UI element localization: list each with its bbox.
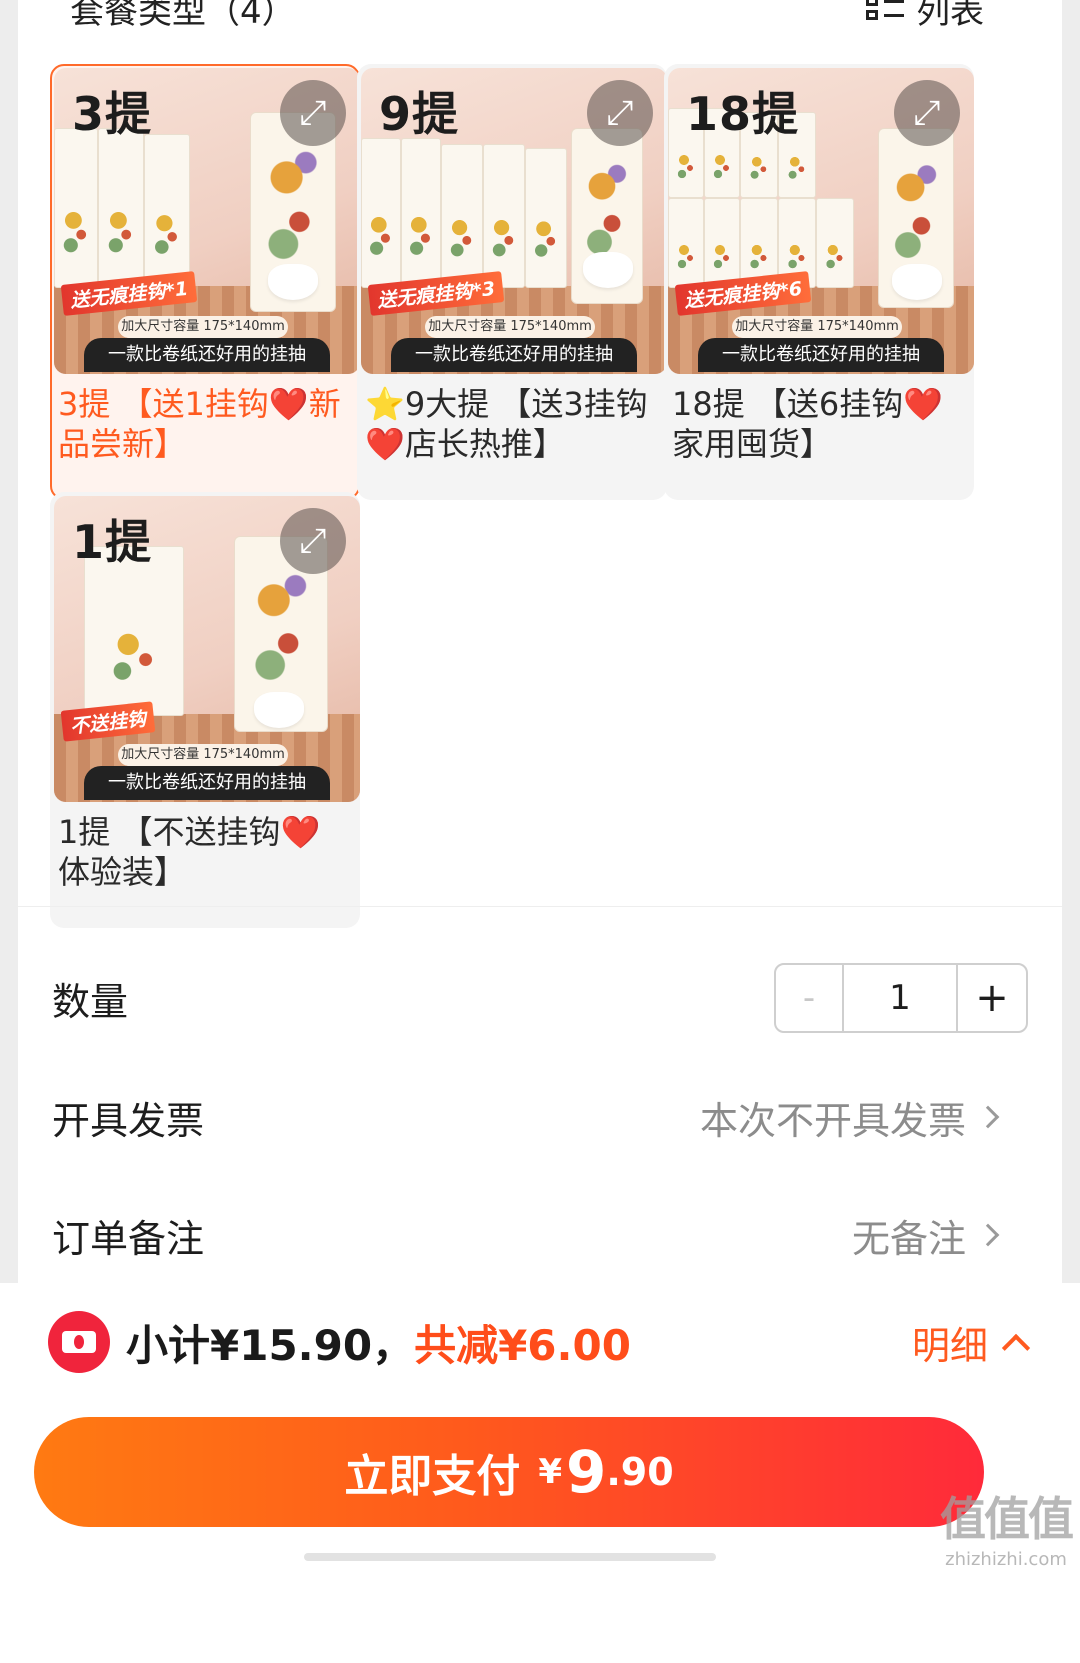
increment-button[interactable]: + bbox=[958, 965, 1026, 1031]
package-image: 9提 ⤢ 送无痕挂钩*3 加大尺寸容量 175*140mm 一款比卷纸还好用的挂… bbox=[361, 68, 667, 374]
package-count-label: 1提 bbox=[72, 515, 153, 569]
invoice-value: 本次不开具发票 bbox=[699, 1098, 966, 1143]
package-image: 3提 ⤢ 送无痕挂钩*1 加大尺寸容量 175*140mm 一款比卷纸还好用的挂… bbox=[54, 68, 360, 374]
discount-text: 共减¥6.00 bbox=[414, 1320, 631, 1370]
section-header: 套餐类型（4） 列表 bbox=[70, 0, 984, 38]
quantity-value[interactable]: 1 bbox=[844, 965, 958, 1031]
chevron-right-icon bbox=[976, 1105, 1000, 1129]
coupon-icon bbox=[48, 1311, 110, 1373]
package-image: 18提 ⤢ 送无痕挂钩*6 加大尺寸容量 175*140mm 一款比卷纸还好用的… bbox=[668, 68, 974, 374]
package-option-9[interactable]: 9提 ⤢ 送无痕挂钩*3 加大尺寸容量 175*140mm 一款比卷纸还好用的挂… bbox=[357, 64, 667, 500]
package-option-3[interactable]: 3提 ⤢ 送无痕挂钩*1 加大尺寸容量 175*140mm 一款比卷纸还好用的挂… bbox=[50, 64, 360, 500]
size-tag: 加大尺寸容量 175*140mm bbox=[425, 316, 595, 338]
divider bbox=[18, 906, 1062, 907]
size-tag: 加大尺寸容量 175*140mm bbox=[118, 316, 288, 338]
section-title: 套餐类型（4） bbox=[70, 0, 296, 32]
remark-row[interactable]: 订单备注 无备注 bbox=[52, 1200, 1002, 1270]
summary-row: 小计¥15.90， 共减¥6.00 明细 bbox=[48, 1307, 1031, 1377]
remark-label: 订单备注 bbox=[52, 1216, 205, 1261]
quantity-stepper: - 1 + bbox=[774, 963, 1028, 1033]
invoice-label: 开具发票 bbox=[52, 1098, 205, 1143]
chevron-right-icon bbox=[976, 1223, 1000, 1247]
pay-now-button[interactable]: 立即支付 ¥ 9 .90 bbox=[34, 1417, 984, 1527]
expand-icon[interactable]: ⤢ bbox=[894, 80, 960, 146]
package-image: 1提 ⤢ 不送挂钩 加大尺寸容量 175*140mm 一款比卷纸还好用的挂抽 bbox=[54, 496, 360, 802]
slogan: 一款比卷纸还好用的挂抽 bbox=[698, 338, 944, 372]
package-option-18[interactable]: 18提 ⤢ 送无痕挂钩*6 加大尺寸容量 175*140mm 一款比卷纸还好用的… bbox=[664, 64, 974, 500]
size-tag: 加大尺寸容量 175*140mm bbox=[732, 316, 902, 338]
pay-amount-decimal: .90 bbox=[606, 1450, 674, 1494]
chevron-up-icon bbox=[1001, 1333, 1031, 1363]
pay-currency: ¥ bbox=[538, 1452, 562, 1492]
view-toggle-button[interactable]: 列表 bbox=[866, 0, 984, 33]
quantity-label: 数量 bbox=[52, 979, 129, 1024]
list-view-icon bbox=[866, 0, 906, 24]
pay-amount-integer: 9 bbox=[565, 1438, 607, 1506]
watermark-logo: 值值值 bbox=[940, 1492, 1074, 1546]
detail-label: 明细 bbox=[911, 1323, 988, 1368]
checkout-bar: 小计¥15.90， 共减¥6.00 明细 立即支付 ¥ 9 .90 值值值 zhi… bbox=[0, 1283, 1080, 1663]
package-option-1[interactable]: 1提 ⤢ 不送挂钩 加大尺寸容量 175*140mm 一款比卷纸还好用的挂抽 1… bbox=[50, 492, 360, 928]
slogan: 一款比卷纸还好用的挂抽 bbox=[84, 766, 330, 800]
pay-label: 立即支付 bbox=[344, 1451, 521, 1502]
expand-icon[interactable]: ⤢ bbox=[280, 80, 346, 146]
decrement-button[interactable]: - bbox=[776, 965, 844, 1031]
package-name: ⭐9大提 【送3挂钩❤️店长热推】 bbox=[365, 385, 648, 463]
expand-icon[interactable]: ⤢ bbox=[587, 80, 653, 146]
slogan: 一款比卷纸还好用的挂抽 bbox=[391, 338, 637, 372]
package-name: 1提 【不送挂钩❤️体验装】 bbox=[58, 813, 321, 891]
remark-value: 无备注 bbox=[851, 1216, 966, 1261]
view-toggle-label: 列表 bbox=[916, 0, 984, 32]
package-count-label: 18提 bbox=[686, 87, 800, 141]
expand-icon[interactable]: ⤢ bbox=[280, 508, 346, 574]
package-name: 18提 【送6挂钩❤️家用囤货】 bbox=[672, 385, 944, 463]
home-indicator[interactable] bbox=[304, 1553, 716, 1561]
detail-button[interactable]: 明细 bbox=[911, 1315, 1031, 1370]
remark-value-group: 无备注 bbox=[852, 1208, 1002, 1263]
size-tag: 加大尺寸容量 175*140mm bbox=[118, 744, 288, 766]
invoice-value-group: 本次不开具发票 bbox=[700, 1090, 1002, 1145]
watermark-url: zhizhizhi.com bbox=[945, 1549, 1067, 1570]
package-count-label: 9提 bbox=[379, 87, 460, 141]
package-name: 3提 【送1挂钩❤️新品尝新】 bbox=[58, 385, 341, 463]
invoice-row[interactable]: 开具发票 本次不开具发票 bbox=[52, 1082, 1002, 1152]
package-count-label: 3提 bbox=[72, 87, 153, 141]
subtotal-text: 小计¥15.90， bbox=[126, 1320, 415, 1370]
summary-left: 小计¥15.90， 共减¥6.00 bbox=[48, 1311, 631, 1373]
watermark: 值值值 zhizhizhi.com bbox=[940, 1483, 1074, 1570]
slogan: 一款比卷纸还好用的挂抽 bbox=[84, 338, 330, 372]
quantity-row: 数量 - 1 + bbox=[52, 963, 1028, 1033]
